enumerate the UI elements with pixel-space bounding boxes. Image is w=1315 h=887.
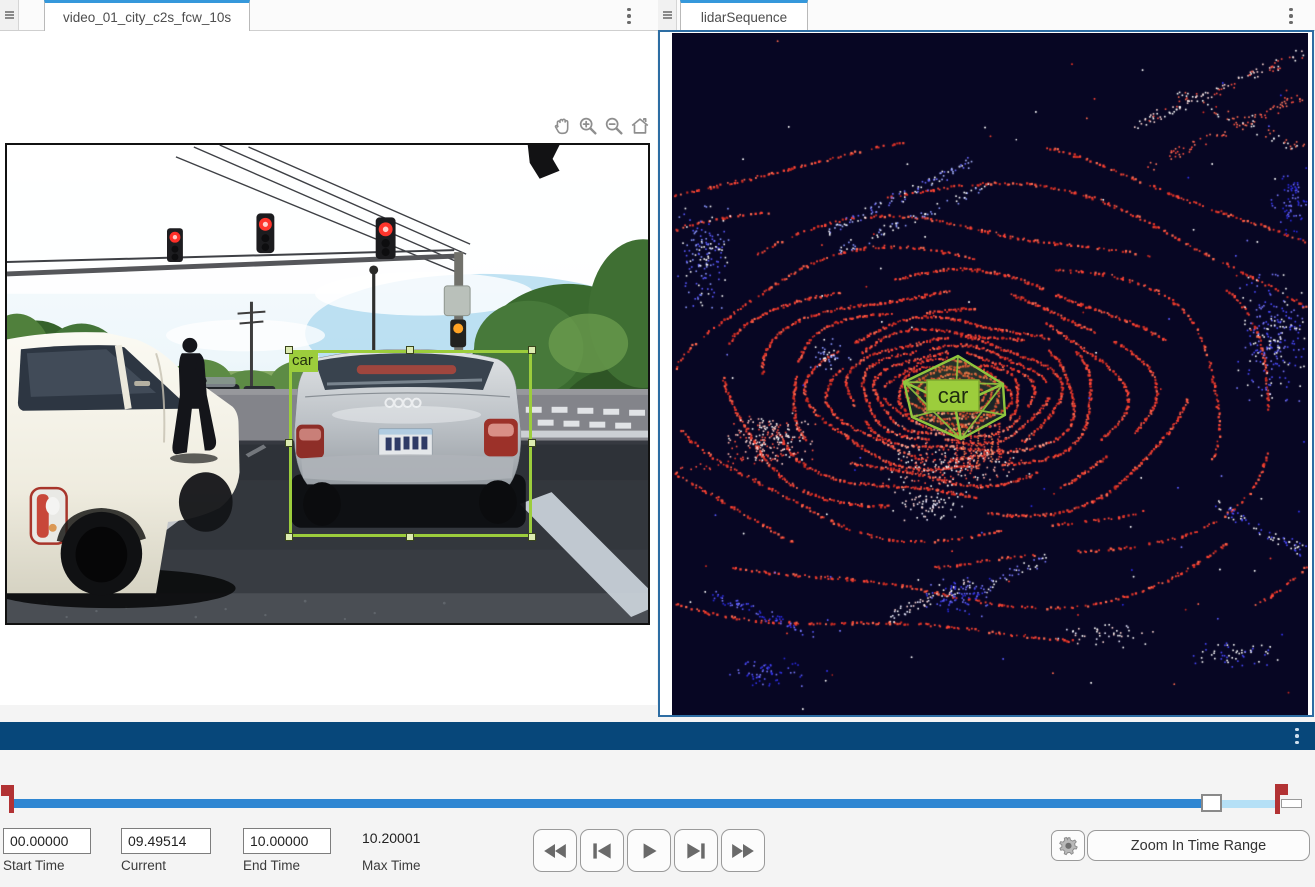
bbox-handle-ne[interactable] <box>528 346 536 354</box>
bbox-handle-n[interactable] <box>406 346 414 354</box>
fast-forward-button[interactable] <box>721 829 765 872</box>
play-button[interactable] <box>627 829 671 872</box>
rewind-button[interactable] <box>533 829 577 872</box>
pane-grip-icon[interactable] <box>658 0 677 30</box>
tab-video-label: video_01_city_c2s_fcw_10s <box>63 10 231 25</box>
end-flag-bar[interactable] <box>1275 784 1280 814</box>
rewind-icon <box>542 838 568 864</box>
start-time-label: Start Time <box>3 858 65 873</box>
cuboid-label: car <box>938 383 969 408</box>
current-time-input[interactable] <box>122 829 210 853</box>
start-time-input[interactable] <box>4 829 90 853</box>
bbox-handle-nw[interactable] <box>285 346 293 354</box>
ground-truth-labeler-app: video_01_city_c2s_fcw_10s <box>0 0 1315 887</box>
zoom-in-time-range-button[interactable]: Zoom In Time Range <box>1087 830 1310 861</box>
pane-grip-icon[interactable] <box>0 0 19 30</box>
lidar-tab-options-icon[interactable] <box>1282 5 1300 27</box>
pan-hand-icon[interactable] <box>550 113 573 138</box>
start-time-field[interactable] <box>3 828 91 854</box>
previous-frame-icon <box>589 838 615 864</box>
video-pane-tabstrip: video_01_city_c2s_fcw_10s <box>0 0 657 31</box>
end-time-input[interactable] <box>244 829 330 853</box>
tab-lidar-label: lidarSequence <box>701 10 787 25</box>
bbox-handle-w[interactable] <box>285 439 293 447</box>
fast-forward-icon <box>730 838 756 864</box>
zoom-in-icon[interactable] <box>576 113 599 138</box>
slider-thumb[interactable] <box>1201 794 1222 812</box>
video-axes-toolbar <box>550 113 651 138</box>
bbox-handle-e[interactable] <box>528 439 536 447</box>
home-icon[interactable] <box>628 113 651 138</box>
video-frame[interactable]: car <box>5 143 650 625</box>
zoom-out-icon[interactable] <box>602 113 625 138</box>
timeline-settings-button[interactable] <box>1051 830 1085 861</box>
end-time-field[interactable] <box>243 828 331 854</box>
roi-bbox-label: car <box>289 350 318 372</box>
next-frame-icon <box>683 838 709 864</box>
max-time-value: 10.20001 <box>362 830 420 846</box>
video-tab-options-icon[interactable] <box>620 5 638 27</box>
slider-track-overmax <box>1281 799 1302 808</box>
bbox-handle-se[interactable] <box>528 533 536 541</box>
max-time-label: Max Time <box>362 858 421 873</box>
previous-frame-button[interactable] <box>580 829 624 872</box>
tab-lidar[interactable]: lidarSequence <box>680 0 808 31</box>
slider-track-remaining[interactable] <box>1222 800 1276 808</box>
current-time-label: Current <box>121 858 166 873</box>
play-icon <box>636 838 662 864</box>
next-frame-button[interactable] <box>674 829 718 872</box>
zoom-in-time-range-label: Zoom In Time Range <box>1131 838 1266 854</box>
lidar-cuboid-overlay: car <box>672 33 1308 715</box>
tab-video[interactable]: video_01_city_c2s_fcw_10s <box>44 0 250 31</box>
start-flag-bar[interactable] <box>9 785 14 813</box>
bbox-handle-sw[interactable] <box>285 533 293 541</box>
label-strip-options-icon[interactable] <box>1288 725 1306 747</box>
bbox-handle-s[interactable] <box>406 533 414 541</box>
slider-track-elapsed[interactable] <box>14 799 1201 808</box>
gear-icon <box>1057 835 1079 857</box>
current-time-field[interactable] <box>121 828 211 854</box>
end-time-label: End Time <box>243 858 300 873</box>
roi-bbox-car[interactable]: car <box>289 350 532 537</box>
lidar-view[interactable]: car <box>658 30 1314 717</box>
lidar-pane-tabstrip: lidarSequence <box>657 0 1315 31</box>
cuboid-car[interactable]: car <box>904 356 1005 439</box>
label-strip-bar <box>0 722 1315 750</box>
